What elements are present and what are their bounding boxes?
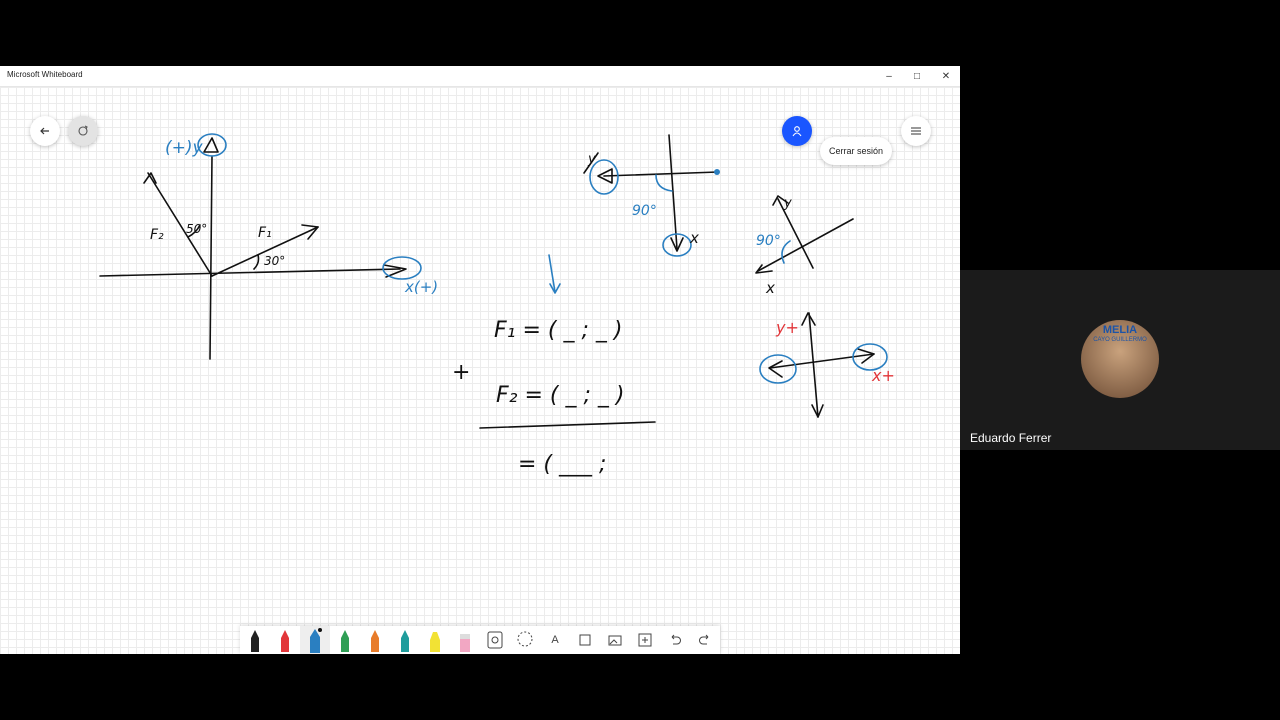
sync-button[interactable] (68, 116, 98, 146)
pen-teal-tool[interactable] (390, 626, 420, 654)
minimize-button[interactable]: – (875, 66, 903, 86)
whiteboard-window: Microsoft Whiteboard – □ ✕ (+)y F₂ 50° F… (0, 66, 960, 654)
d1-y-label: (+)y (165, 138, 204, 158)
eraser-tool[interactable] (450, 626, 480, 654)
whiteboard-canvas[interactable]: (+)y F₂ 50° F₁ 30° x(+) y 90° x y 90° x … (0, 87, 960, 654)
d2-x-label: x (689, 229, 699, 247)
d1-angle-bottom: 30° (264, 254, 285, 268)
eq-result: = ( ___ ; (518, 452, 606, 477)
avatar-subtext: CAYO GUILLERMO (1093, 337, 1147, 343)
title-bar: Microsoft Whiteboard – □ ✕ (0, 66, 960, 87)
d3-x-label: x (765, 279, 775, 297)
pen-teal-icon (401, 630, 409, 652)
text-tool[interactable]: A (540, 626, 570, 654)
insert-icon (638, 633, 652, 647)
note-tool[interactable] (570, 626, 600, 654)
note-icon (579, 634, 591, 646)
diagram-forces: (+)y F₂ 50° F₁ 30° x(+) (99, 133, 438, 360)
d4-y-label: y+ (775, 318, 799, 337)
back-arrow-icon (40, 127, 49, 135)
sync-icon (78, 125, 88, 136)
eraser-icon (460, 634, 470, 652)
maximize-button[interactable]: □ (903, 66, 931, 86)
text-tool-label: A (551, 634, 559, 646)
participant-video-tile: MELIA CAYO GUILLERMO Eduardo Ferrer (960, 270, 1280, 450)
undo-button[interactable] (660, 626, 690, 654)
pen-black-icon (251, 630, 259, 652)
eq-plus: + (452, 360, 470, 385)
avatar: MELIA CAYO GUILLERMO (1081, 320, 1159, 398)
vector-sum-equation: F₁ = ( _ ; _ ) + F₂ = ( _ ; _ ) = ( ___ … (452, 254, 656, 477)
ruler-tool[interactable] (480, 626, 510, 654)
highlighter-tool[interactable] (420, 626, 450, 654)
pen-black-tool[interactable] (240, 626, 270, 654)
d2-angle: 90° (632, 203, 657, 219)
pen-green-tool[interactable] (330, 626, 360, 654)
redo-button[interactable] (690, 626, 720, 654)
avatar-text: MELIA (1102, 324, 1138, 336)
lasso-tool[interactable] (510, 626, 540, 654)
hamburger-menu-icon (911, 127, 921, 135)
d1-x-label: x(+) (404, 278, 438, 296)
pen-blue-icon (310, 628, 322, 653)
pen-orange-tool[interactable] (360, 626, 390, 654)
d3-y-label: y (783, 196, 792, 211)
d4-x-label: x+ (871, 366, 895, 385)
ink-layer: (+)y F₂ 50° F₁ 30° x(+) y 90° x y 90° x … (99, 133, 895, 477)
lasso-icon (517, 631, 533, 647)
account-button[interactable] (782, 116, 812, 146)
diagram-axes-2: y 90° x (583, 134, 720, 257)
diagram-axes-4: y+ x+ (759, 312, 895, 418)
pen-red-tool[interactable] (270, 626, 300, 654)
menu-button[interactable] (901, 116, 931, 146)
user-icon (792, 126, 802, 137)
pen-orange-icon (371, 630, 379, 652)
redo-icon (699, 634, 709, 645)
pen-green-icon (341, 630, 349, 652)
d1-angle-top: 50° (186, 222, 207, 236)
image-icon (608, 635, 622, 646)
d3-angle: 90° (756, 233, 781, 249)
participant-name: Eduardo Ferrer (970, 431, 1052, 445)
pen-red-icon (281, 630, 289, 652)
back-button[interactable] (30, 116, 60, 146)
ink-toolbar: A (240, 626, 720, 654)
eq-row2: F₂ = ( _ ; _ ) (496, 383, 624, 408)
close-button[interactable]: ✕ (932, 66, 960, 86)
d2-y-label: y (587, 152, 596, 167)
highlighter-yellow-icon (430, 632, 440, 652)
signout-button[interactable]: Cerrar sesión (820, 137, 892, 165)
image-tool[interactable] (600, 626, 630, 654)
d1-f2-label: F₂ (150, 227, 164, 243)
insert-tool[interactable] (630, 626, 660, 654)
app-title: Microsoft Whiteboard (7, 70, 83, 79)
diagram-axes-3: y 90° x (755, 195, 854, 297)
d1-f1-label: F₁ (258, 225, 272, 241)
pen-blue-tool[interactable] (300, 626, 330, 654)
undo-icon (671, 634, 681, 645)
eq-row1: F₁ = ( _ ; _ ) (494, 318, 622, 343)
ruler-icon (487, 631, 503, 649)
